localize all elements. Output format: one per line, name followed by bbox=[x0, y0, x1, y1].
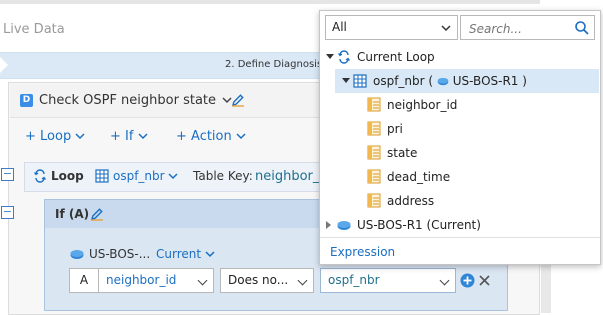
condition-value-select[interactable]: ospf_nbr bbox=[320, 268, 456, 293]
tree-field-neighbor-id[interactable]: neighbor_id bbox=[387, 94, 457, 116]
chevron-down-icon bbox=[75, 133, 85, 140]
add-if-label: + If bbox=[110, 129, 134, 144]
table-icon bbox=[95, 169, 109, 183]
popup-divider bbox=[320, 237, 600, 238]
device-label[interactable]: US-BOS-... bbox=[89, 247, 150, 261]
if-label: If (A) bbox=[55, 207, 90, 221]
scope-select[interactable]: All bbox=[325, 15, 458, 40]
search-icon[interactable] bbox=[574, 20, 590, 36]
add-action-button[interactable]: + Action bbox=[176, 129, 246, 144]
search-box[interactable] bbox=[460, 15, 595, 40]
router-icon bbox=[337, 221, 351, 230]
tree-field-dead-time[interactable]: dead_time bbox=[387, 166, 450, 188]
device-scope-dropdown[interactable]: Current bbox=[156, 247, 215, 261]
add-loop-button[interactable]: + Loop bbox=[25, 129, 85, 144]
chevron-down-icon bbox=[236, 133, 246, 140]
table-icon bbox=[353, 74, 367, 88]
loop-icon bbox=[338, 50, 350, 64]
field-icon bbox=[367, 193, 381, 208]
collapse-loop-button[interactable]: − bbox=[1, 168, 14, 181]
add-action-label: + Action bbox=[176, 129, 232, 144]
loop-table-dropdown[interactable]: ospf_nbr bbox=[113, 169, 178, 183]
add-if-button[interactable]: + If bbox=[110, 129, 148, 144]
table-key-label: Table Key: bbox=[193, 169, 253, 183]
tree-field-pri[interactable]: pri bbox=[387, 118, 403, 140]
expand-arrow-icon[interactable] bbox=[326, 54, 334, 59]
chevron-down-icon bbox=[205, 251, 215, 258]
router-icon bbox=[70, 250, 84, 259]
collapse-if-button[interactable]: − bbox=[1, 206, 14, 219]
edit-icon[interactable] bbox=[231, 93, 245, 107]
tree-table-ospf-nbr[interactable]: ospf_nbr ( US-BOS-R1 ) bbox=[373, 70, 527, 92]
expand-arrow-icon[interactable] bbox=[342, 78, 350, 83]
condition-value-text: ospf_nbr bbox=[328, 273, 380, 287]
tree-field-address[interactable]: address bbox=[387, 190, 434, 212]
loop-table-name: ospf_nbr bbox=[113, 169, 165, 183]
chevron-down-icon bbox=[297, 275, 308, 286]
tree-device-node[interactable]: US-BOS-R1 (Current) bbox=[357, 214, 481, 236]
chevron-down-icon bbox=[439, 275, 450, 286]
step-label[interactable]: 2. Define Diagnosis bbox=[225, 59, 322, 70]
vertical-scrollbar[interactable] bbox=[541, 265, 551, 313]
loop-icon bbox=[34, 169, 46, 183]
tree-field-state[interactable]: state bbox=[387, 142, 417, 164]
loop-label: Loop bbox=[51, 169, 84, 183]
expression-link[interactable]: Expression bbox=[330, 245, 395, 259]
table-key-value[interactable]: neighbor_i bbox=[255, 169, 323, 184]
add-condition-icon[interactable] bbox=[460, 273, 475, 288]
edit-icon[interactable] bbox=[90, 207, 104, 221]
panel-title: Live Data bbox=[3, 22, 65, 37]
expand-arrow-icon[interactable] bbox=[326, 221, 331, 229]
condition-tag: A bbox=[69, 268, 99, 293]
tree-current-loop[interactable]: Current Loop bbox=[357, 46, 435, 68]
chevron-down-icon bbox=[138, 133, 148, 140]
tree-table-name: ospf_nbr ( bbox=[373, 74, 434, 88]
diagnosis-title-dropdown[interactable]: Check OSPF neighbor state bbox=[39, 93, 232, 108]
chevron-down-icon bbox=[441, 25, 451, 32]
router-icon bbox=[437, 77, 449, 86]
diagnosis-badge: D bbox=[20, 94, 33, 107]
condition-field-value: neighbor_id bbox=[106, 273, 177, 287]
device-scope-value: Current bbox=[156, 247, 202, 261]
step-arrow bbox=[0, 57, 8, 73]
field-icon bbox=[367, 121, 381, 136]
search-input[interactable] bbox=[467, 17, 571, 40]
field-icon bbox=[367, 169, 381, 184]
scope-select-value: All bbox=[332, 20, 347, 34]
condition-operator-value: Does no... bbox=[228, 273, 289, 287]
top-divider bbox=[0, 0, 540, 4]
condition-field-select[interactable]: neighbor_id bbox=[99, 268, 214, 293]
diagnosis-title: Check OSPF neighbor state bbox=[39, 93, 217, 108]
condition-operator-select[interactable]: Does no... bbox=[220, 268, 314, 293]
field-icon bbox=[367, 97, 381, 112]
remove-condition-icon[interactable] bbox=[478, 274, 491, 287]
field-icon bbox=[367, 145, 381, 160]
chevron-down-icon bbox=[168, 173, 178, 180]
chevron-down-icon bbox=[197, 275, 208, 286]
add-loop-label: + Loop bbox=[25, 129, 72, 144]
tree-table-device: US-BOS-R1 ) bbox=[452, 74, 527, 88]
